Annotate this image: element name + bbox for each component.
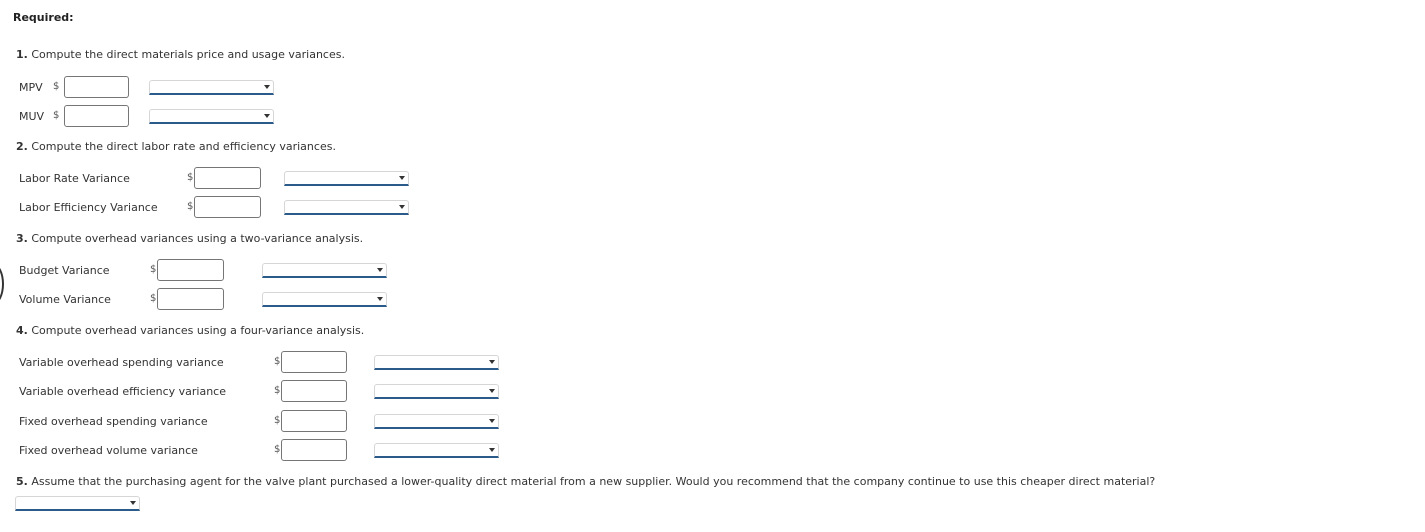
variance-row-labor-efficiency: Labor Efficiency Variance $ (0, 196, 420, 220)
variance-row-volume: Volume Variance $ (0, 288, 400, 312)
variable-overhead-efficiency-select[interactable] (374, 384, 499, 399)
mpv-amount-input[interactable] (64, 76, 129, 98)
question-number: 4. (16, 324, 28, 337)
variable-overhead-spending-input[interactable] (281, 351, 347, 373)
labor-rate-variance-input[interactable] (194, 167, 261, 189)
caret-down-icon (489, 360, 495, 364)
muv-amount-input[interactable] (64, 105, 129, 127)
variance-row-variable-overhead-spending: Variable overhead spending variance $ (0, 351, 510, 375)
caret-down-icon (264, 85, 270, 89)
variance-row-mpv: MPV $ (0, 76, 300, 100)
labor-rate-variance-select[interactable] (284, 171, 409, 186)
caret-down-icon (489, 448, 495, 452)
caret-down-icon (130, 501, 136, 505)
question-text: Compute overhead variances using a two-v… (27, 232, 364, 245)
budget-variance-input[interactable] (157, 259, 224, 281)
question-1: 1. Compute the direct materials price an… (16, 48, 345, 61)
caret-down-icon (264, 114, 270, 118)
row-label: Labor Efficiency Variance (19, 201, 158, 214)
question-text: Compute the direct labor rate and effici… (27, 140, 336, 153)
volume-variance-input[interactable] (157, 288, 224, 310)
currency-symbol: $ (150, 293, 157, 304)
caret-down-icon (489, 419, 495, 423)
variance-row-variable-overhead-efficiency: Variable overhead efficiency variance $ (0, 380, 510, 404)
row-label: Fixed overhead volume variance (19, 444, 198, 457)
variance-row-fixed-overhead-spending: Fixed overhead spending variance $ (0, 410, 510, 434)
question-number: 3. (16, 232, 28, 245)
question-number: 1. (16, 48, 28, 61)
caret-down-icon (399, 205, 405, 209)
row-label: Volume Variance (19, 293, 111, 306)
fixed-overhead-spending-input[interactable] (281, 410, 347, 432)
budget-variance-select[interactable] (262, 263, 387, 278)
variance-row-labor-rate: Labor Rate Variance $ (0, 167, 420, 191)
question-5: 5. Assume that the purchasing agent for … (16, 475, 1155, 488)
required-heading: Required: (13, 11, 74, 24)
caret-down-icon (377, 297, 383, 301)
caret-down-icon (489, 389, 495, 393)
question-2: 2. Compute the direct labor rate and eff… (16, 140, 336, 153)
muv-favorable-unfavorable-select[interactable] (149, 109, 274, 124)
currency-symbol: $ (150, 264, 157, 275)
variable-overhead-spending-select[interactable] (374, 355, 499, 370)
currency-symbol: $ (187, 201, 194, 212)
row-label: MUV (19, 110, 45, 123)
caret-down-icon (377, 268, 383, 272)
question-3: 3. Compute overhead variances using a tw… (16, 232, 363, 245)
row-label: Variable overhead efficiency variance (19, 385, 226, 398)
question-text: Compute the direct materials price and u… (27, 48, 345, 61)
question-number: 5. (16, 475, 28, 488)
labor-efficiency-variance-select[interactable] (284, 200, 409, 215)
fixed-overhead-spending-select[interactable] (374, 414, 499, 429)
variable-overhead-efficiency-input[interactable] (281, 380, 347, 402)
row-label: MPV (19, 81, 43, 94)
variance-row-muv: MUV $ (0, 105, 300, 129)
currency-symbol: $ (274, 356, 281, 367)
fixed-overhead-volume-input[interactable] (281, 439, 347, 461)
currency-symbol: $ (274, 415, 281, 426)
variance-row-budget: Budget Variance $ (0, 259, 400, 283)
row-label: Fixed overhead spending variance (19, 415, 208, 428)
currency-symbol: $ (53, 81, 60, 92)
row-label: Budget Variance (19, 264, 110, 277)
currency-symbol: $ (274, 444, 281, 455)
row-label: Variable overhead spending variance (19, 356, 224, 369)
question-4: 4. Compute overhead variances using a fo… (16, 324, 364, 337)
variance-row-fixed-overhead-volume: Fixed overhead volume variance $ (0, 439, 510, 463)
currency-symbol: $ (274, 385, 281, 396)
row-label: Labor Rate Variance (19, 172, 130, 185)
mpv-favorable-unfavorable-select[interactable] (149, 80, 274, 95)
recommendation-select[interactable] (15, 496, 140, 511)
currency-symbol: $ (187, 172, 194, 183)
volume-variance-select[interactable] (262, 292, 387, 307)
question-text: Assume that the purchasing agent for the… (27, 475, 1156, 488)
caret-down-icon (399, 176, 405, 180)
fixed-overhead-volume-select[interactable] (374, 443, 499, 458)
currency-symbol: $ (53, 110, 60, 121)
labor-efficiency-variance-input[interactable] (194, 196, 261, 218)
question-number: 2. (16, 140, 28, 153)
question-text: Compute overhead variances using a four-… (27, 324, 365, 337)
